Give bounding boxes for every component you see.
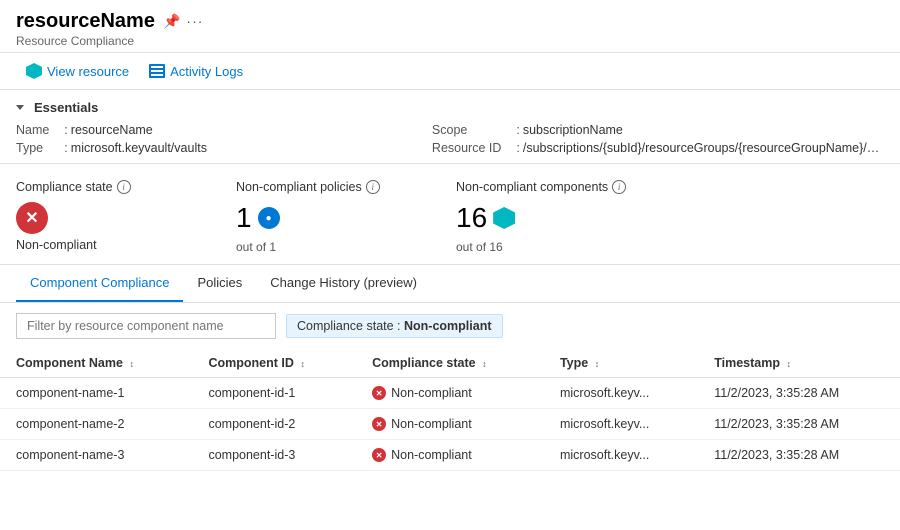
cell-component-id: component-id-3	[192, 440, 356, 471]
table-row: component-name-2 component-id-2 Non-comp…	[0, 409, 900, 440]
cell-component-name: component-name-3	[0, 440, 192, 471]
col-component-id[interactable]: Component ID ↕	[192, 349, 356, 378]
page-header: resourceName 📌 ··· Resource Compliance	[0, 0, 900, 53]
table-row: component-name-1 component-id-1 Non-comp…	[0, 378, 900, 409]
col-compliance-state[interactable]: Compliance state ↕	[356, 349, 544, 378]
essentials-label: Essentials	[34, 100, 98, 115]
view-resource-label: View resource	[47, 64, 129, 79]
tab-policies[interactable]: Policies	[183, 265, 256, 302]
essentials-header[interactable]: Essentials	[16, 100, 884, 115]
compliance-state-label: Compliance state i	[16, 180, 206, 194]
cell-compliance-state: Non-compliant	[356, 378, 544, 409]
non-compliant-policies-card: Non-compliant policies i 1 out of 1	[236, 180, 456, 254]
non-compliant-cell-icon	[372, 448, 386, 462]
activity-log-icon	[149, 63, 165, 79]
view-resource-button[interactable]: View resource	[16, 59, 139, 83]
essentials-section: Essentials Name :resourceName Scope :sub…	[0, 90, 900, 164]
table-header: Component Name ↕ Component ID ↕ Complian…	[0, 349, 900, 378]
name-label: Name	[16, 123, 64, 137]
essentials-grid: Name :resourceName Scope :subscriptionNa…	[16, 123, 884, 155]
non-compliant-policies-info-icon[interactable]: i	[366, 180, 380, 194]
compliance-state-text: Non-compliant	[391, 417, 472, 431]
cell-compliance-state: Non-compliant	[356, 440, 544, 471]
badge-value: Non-compliant	[404, 319, 492, 333]
more-options-icon[interactable]: ···	[186, 13, 203, 30]
resource-name-title: resourceName	[16, 10, 155, 33]
cell-component-id: component-id-2	[192, 409, 356, 440]
type-value: :microsoft.keyvault/vaults	[64, 141, 432, 155]
compliance-state-info-icon[interactable]: i	[117, 180, 131, 194]
resource-id-label: Resource ID	[432, 141, 516, 155]
component-filter-input[interactable]	[16, 313, 276, 339]
non-compliant-components-info-icon[interactable]: i	[612, 180, 626, 194]
tab-component-compliance[interactable]: Component Compliance	[16, 265, 183, 302]
components-count: 16	[456, 202, 487, 234]
components-count-row: 16	[456, 202, 646, 234]
sort-icon-component-id: ↕	[300, 359, 305, 369]
component-table-container: Component Name ↕ Component ID ↕ Complian…	[0, 349, 900, 471]
col-timestamp[interactable]: Timestamp ↕	[698, 349, 900, 378]
compliance-filter-badge: Compliance state : Non-compliant	[286, 314, 503, 338]
scope-value: :subscriptionName	[516, 123, 884, 137]
compliance-state-value: Non-compliant	[16, 238, 206, 252]
compliance-state-text: Non-compliant	[391, 386, 472, 400]
cell-component-name: component-name-1	[0, 378, 192, 409]
non-compliant-icon	[16, 202, 48, 234]
col-component-name[interactable]: Component Name ↕	[0, 349, 192, 378]
header-actions: 📌 ···	[163, 13, 203, 30]
table-row: component-name-3 component-id-3 Non-comp…	[0, 440, 900, 471]
cell-type: microsoft.keyv...	[544, 378, 698, 409]
cell-timestamp: 11/2/2023, 3:35:28 AM	[698, 409, 900, 440]
policies-count-row: 1	[236, 202, 426, 234]
component-table: Component Name ↕ Component ID ↕ Complian…	[0, 349, 900, 471]
cell-type: microsoft.keyv...	[544, 409, 698, 440]
sort-icon-compliance-state: ↕	[482, 359, 487, 369]
non-compliant-components-label: Non-compliant components i	[456, 180, 646, 194]
name-value: :resourceName	[64, 123, 432, 137]
policies-out-of: out of 1	[236, 240, 426, 254]
scope-label: Scope	[432, 123, 516, 137]
cell-component-name: component-name-2	[0, 409, 192, 440]
filter-row: Compliance state : Non-compliant	[0, 303, 900, 349]
badge-prefix: Compliance state :	[297, 319, 404, 333]
cell-component-id: component-id-1	[192, 378, 356, 409]
non-compliant-policies-label: Non-compliant policies i	[236, 180, 426, 194]
cell-timestamp: 11/2/2023, 3:35:28 AM	[698, 440, 900, 471]
view-resource-icon	[26, 63, 42, 79]
pin-icon[interactable]: 📌	[163, 13, 180, 30]
type-label: Type	[16, 141, 64, 155]
tabs-bar: Component Compliance Policies Change His…	[0, 265, 900, 303]
policy-icon	[258, 207, 280, 229]
page-subtitle: Resource Compliance	[16, 34, 884, 48]
metrics-section: Compliance state i Non-compliant Non-com…	[0, 164, 900, 265]
cell-type: microsoft.keyv...	[544, 440, 698, 471]
sort-icon-type: ↕	[595, 359, 600, 369]
non-compliant-components-card: Non-compliant components i 16 out of 16	[456, 180, 676, 254]
component-icon	[493, 207, 515, 229]
compliance-state-card: Compliance state i Non-compliant	[16, 180, 236, 254]
resource-id-value: :/subscriptions/{subId}/resourceGroups/{…	[516, 141, 884, 155]
sort-icon-component-name: ↕	[129, 359, 134, 369]
cell-compliance-state: Non-compliant	[356, 409, 544, 440]
tab-change-history[interactable]: Change History (preview)	[256, 265, 431, 302]
activity-logs-button[interactable]: Activity Logs	[139, 59, 253, 83]
components-out-of: out of 16	[456, 240, 646, 254]
cell-timestamp: 11/2/2023, 3:35:28 AM	[698, 378, 900, 409]
sort-icon-timestamp: ↕	[786, 359, 791, 369]
non-compliant-cell-icon	[372, 386, 386, 400]
essentials-chevron-icon	[16, 105, 24, 110]
toolbar: View resource Activity Logs	[0, 53, 900, 90]
table-body: component-name-1 component-id-1 Non-comp…	[0, 378, 900, 471]
col-type[interactable]: Type ↕	[544, 349, 698, 378]
compliance-state-text: Non-compliant	[391, 448, 472, 462]
non-compliant-cell-icon	[372, 417, 386, 431]
policies-count: 1	[236, 202, 252, 234]
activity-logs-label: Activity Logs	[170, 64, 243, 79]
